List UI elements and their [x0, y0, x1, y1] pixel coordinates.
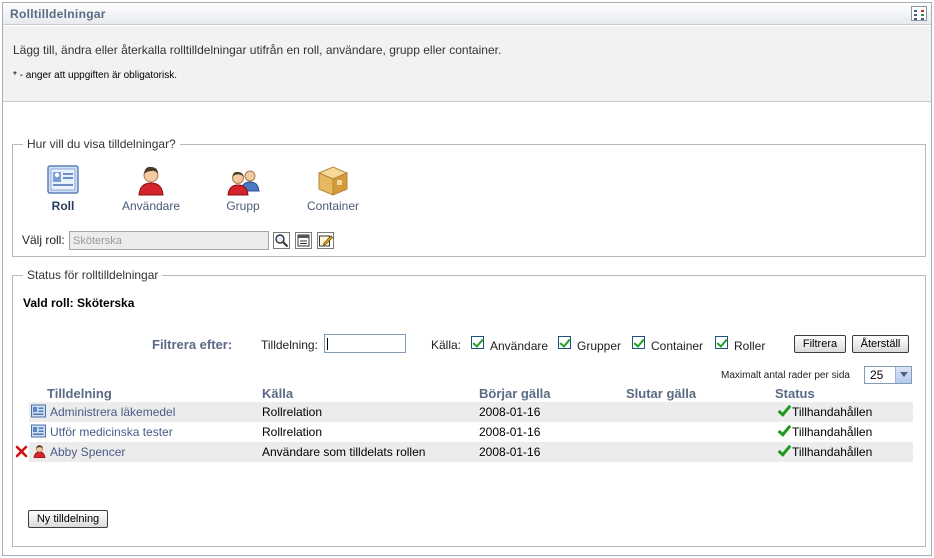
max-rows-label: Maximalt antal rader per sida — [721, 370, 850, 381]
assignment-link[interactable]: Administrera läkemedel — [50, 405, 175, 419]
assignment-link[interactable]: Abby Spencer — [50, 445, 125, 459]
max-rows-select[interactable]: 25 — [864, 366, 912, 384]
view-option-container-label: Container — [306, 199, 360, 213]
row-status-text: Tillhandahållen — [792, 425, 873, 439]
reset-button[interactable]: Återställ — [852, 335, 909, 353]
assignment-filter-label: Tilldelning: — [261, 338, 318, 352]
column-status[interactable]: Status — [775, 386, 815, 401]
column-source[interactable]: Källa — [262, 386, 293, 401]
check-icon — [777, 444, 791, 457]
edit-icon[interactable] — [317, 232, 334, 249]
portlet-titlebar: Rolltilldelningar — [3, 3, 931, 25]
search-icon[interactable] — [273, 232, 290, 249]
column-end-date[interactable]: Slutar gälla — [626, 386, 696, 401]
user-icon — [32, 444, 47, 459]
role-icon — [31, 424, 46, 438]
column-assignment[interactable]: Tilldelning — [47, 386, 112, 401]
source-container-checkbox[interactable] — [632, 336, 645, 349]
row-status: Tillhandahållen — [777, 424, 872, 439]
source-roles-checkbox[interactable] — [715, 336, 728, 349]
history-list-icon[interactable] — [295, 232, 312, 249]
row-start-date: 2008-01-16 — [479, 425, 541, 439]
group-icon — [226, 163, 260, 197]
check-icon — [777, 424, 791, 437]
role-select-label: Välj roll: — [22, 233, 65, 247]
filter-row: Filtrera efter: Tilldelning: Källa: Anvä… — [13, 334, 925, 356]
portlet-menu-icon[interactable] — [911, 6, 927, 21]
max-rows-value: 25 — [870, 368, 884, 382]
role-select-field[interactable] — [69, 231, 269, 250]
role-icon — [31, 404, 46, 418]
row-source: Rollrelation — [262, 425, 323, 439]
row-start-date: 2008-01-16 — [479, 405, 541, 419]
check-icon — [777, 404, 791, 417]
table-row: Utför medicinska tester Rollrelation 200… — [29, 422, 913, 442]
container-box-icon — [316, 163, 350, 197]
view-option-group[interactable]: Grupp — [218, 163, 268, 213]
view-option-role[interactable]: Roll — [43, 163, 83, 213]
filter-label: Filtrera efter: — [152, 337, 233, 352]
source-groups-label: Grupper — [577, 339, 622, 353]
assignment-status-legend: Status för rolltilldelningar — [23, 268, 163, 282]
new-assignment-button[interactable]: Ny tilldelning — [28, 510, 108, 528]
column-start-date[interactable]: Börjar gälla — [479, 386, 551, 401]
view-option-user-label: Användare — [121, 199, 181, 213]
user-icon — [134, 163, 168, 197]
table-row: Abby Spencer Användare som tilldelats ro… — [15, 442, 913, 462]
chevron-down-icon[interactable] — [895, 367, 911, 383]
source-container-label: Container — [651, 339, 704, 353]
source-users-checkbox[interactable] — [471, 336, 484, 349]
assignment-link[interactable]: Utför medicinska tester — [50, 425, 173, 439]
filter-button[interactable]: Filtrera — [794, 335, 846, 353]
row-status-text: Tillhandahållen — [792, 445, 873, 459]
view-option-user[interactable]: Användare — [119, 163, 183, 213]
row-status-text: Tillhandahållen — [792, 405, 873, 419]
intro-panel: Lägg till, ändra eller återkalla rolltil… — [3, 26, 931, 102]
row-source: Användare som tilldelats rollen — [262, 445, 426, 459]
selected-role-heading: Vald roll: Sköterska — [23, 296, 135, 310]
role-assignments-portlet: Rolltilldelningar Lägg till, ändra eller… — [2, 2, 932, 556]
row-start-date: 2008-01-16 — [479, 445, 541, 459]
table-row: Administrera läkemedel Rollrelation 2008… — [29, 402, 913, 422]
row-source: Rollrelation — [262, 405, 323, 419]
source-roles-label: Roller — [734, 339, 766, 353]
view-option-container[interactable]: Container — [303, 163, 363, 213]
view-option-group-label: Grupp — [226, 199, 260, 213]
remove-icon[interactable] — [15, 444, 28, 458]
row-status: Tillhandahållen — [777, 404, 872, 419]
source-groups-checkbox[interactable] — [558, 336, 571, 349]
assignment-filter-input[interactable] — [324, 334, 406, 353]
intro-description: Lägg till, ändra eller återkalla rolltil… — [13, 43, 502, 57]
required-note: * - anger att uppgiften är obligatorisk. — [13, 70, 177, 81]
view-option-role-label: Roll — [51, 199, 75, 213]
source-filter-label: Källa: — [431, 338, 462, 352]
view-options-legend: Hur vill du visa tilldelningar? — [23, 137, 180, 151]
assignment-status-fieldset: Status för rolltilldelningar Vald roll: … — [12, 268, 926, 547]
portlet-title: Rolltilldelningar — [10, 7, 106, 21]
source-users-label: Användare — [490, 339, 549, 353]
row-status: Tillhandahållen — [777, 444, 872, 459]
view-options-fieldset: Hur vill du visa tilldelningar? Roll Anv… — [12, 137, 926, 257]
role-card-icon — [46, 163, 80, 197]
